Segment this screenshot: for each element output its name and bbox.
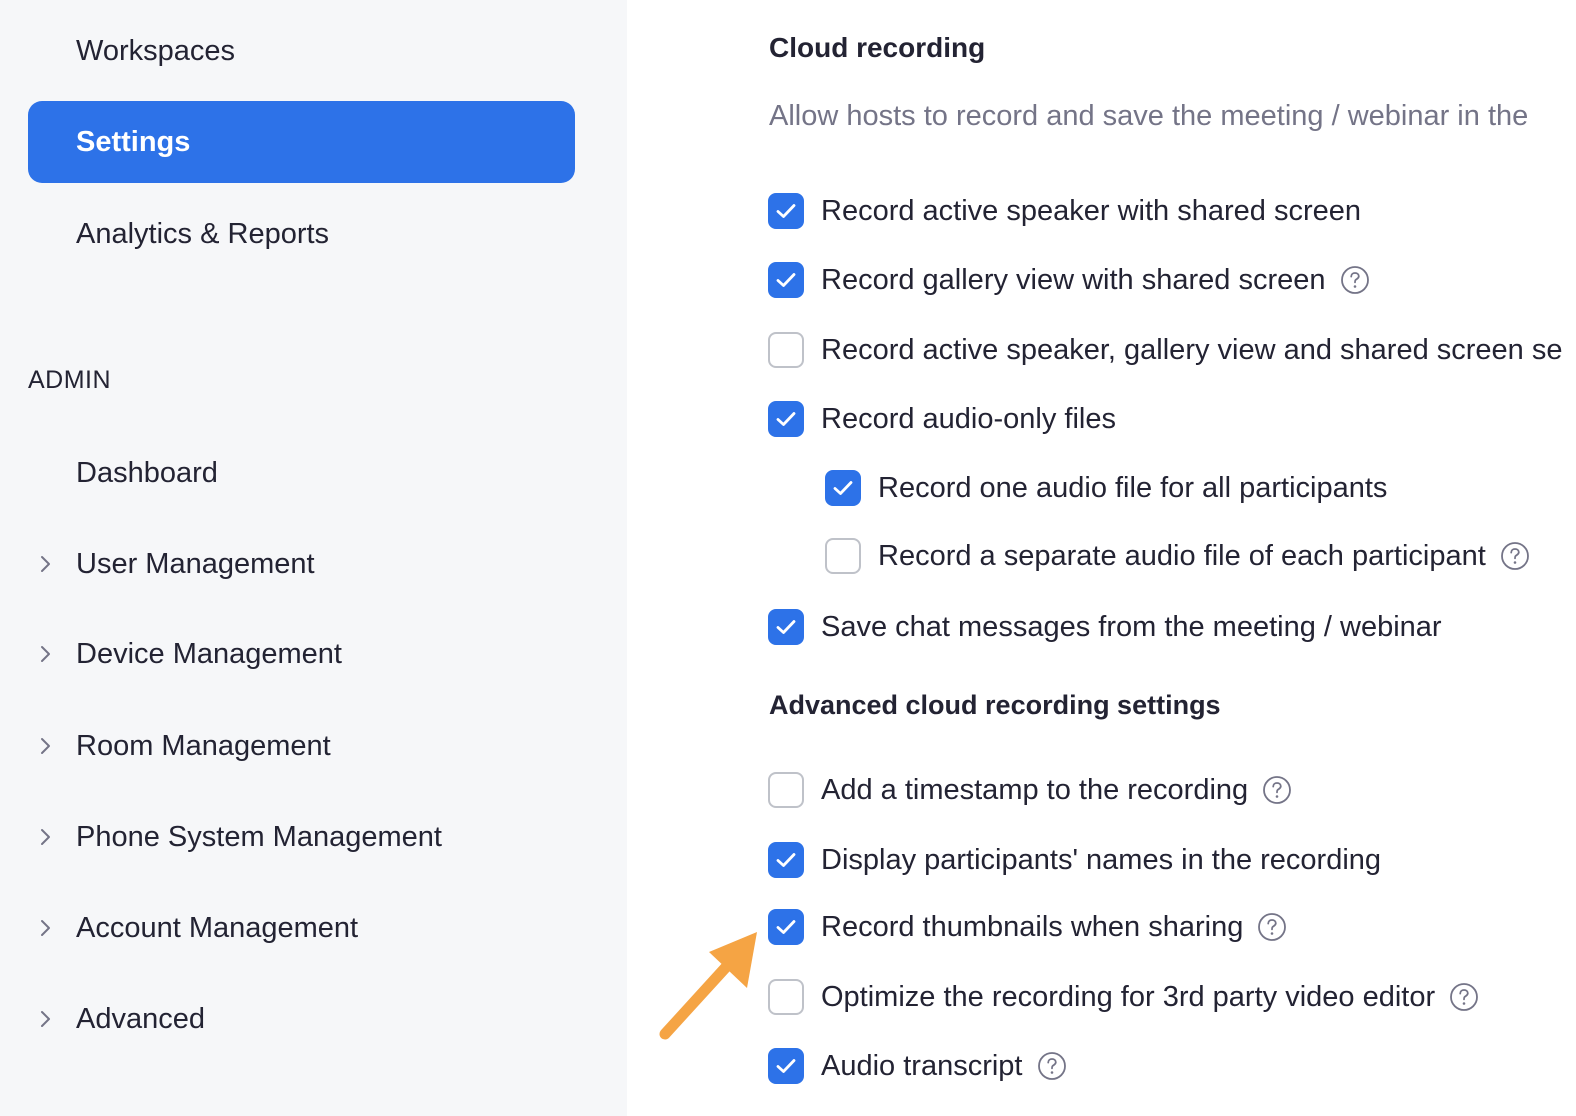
arrow-icon	[659, 932, 757, 1040]
option-label: Audio transcript	[821, 1049, 1023, 1082]
checkbox-checked[interactable]	[768, 1048, 804, 1084]
sidebar-item-label: Dashboard	[76, 456, 218, 489]
option-record-thumbnails[interactable]: Record thumbnails when sharing	[768, 907, 1287, 947]
checkbox-unchecked[interactable]	[825, 538, 861, 574]
option-record-active-speaker[interactable]: Record active speaker with shared screen	[768, 191, 1361, 231]
sidebar-item-label: User Management	[76, 547, 315, 580]
checkbox-unchecked[interactable]	[768, 772, 804, 808]
sidebar-item-account-management[interactable]: Account Management	[28, 887, 575, 969]
sidebar-item-dashboard[interactable]: Dashboard	[28, 432, 575, 514]
option-label: Record a separate audio file of each par…	[878, 539, 1486, 572]
sidebar-item-user-management[interactable]: User Management	[28, 523, 575, 605]
option-label: Record thumbnails when sharing	[821, 910, 1244, 943]
sidebar-item-label: Settings	[76, 125, 191, 158]
check-icon	[776, 1059, 796, 1073]
option-display-participant-names[interactable]: Display participants' names in the recor…	[768, 840, 1381, 880]
sidebar-item-device-management[interactable]: Device Management	[28, 613, 575, 695]
help-icon[interactable]	[1037, 1051, 1067, 1081]
check-icon	[776, 204, 796, 218]
check-icon	[776, 412, 796, 426]
option-record-separate-audio-files[interactable]: Record a separate audio file of each par…	[825, 536, 1530, 576]
sidebar-item-advanced[interactable]: Advanced	[28, 978, 575, 1060]
sidebar-item-label: Workspaces	[76, 34, 236, 67]
help-icon[interactable]	[1257, 912, 1287, 942]
option-label: Record active speaker with shared screen	[821, 194, 1361, 227]
option-label: Record one audio file for all participan…	[878, 471, 1388, 504]
chevron-right-icon	[36, 828, 54, 846]
checkbox-checked[interactable]	[768, 193, 804, 229]
checkbox-checked[interactable]	[768, 609, 804, 645]
option-label: Record audio-only files	[821, 402, 1116, 435]
chevron-right-icon	[36, 737, 54, 755]
check-icon	[776, 920, 796, 934]
sidebar-item-label: Advanced	[76, 1002, 205, 1035]
sidebar: Workspaces Settings Analytics & Reports …	[0, 0, 627, 1116]
check-icon	[776, 620, 796, 634]
checkbox-checked[interactable]	[825, 470, 861, 506]
option-optimize-3rd-party-editor[interactable]: Optimize the recording for 3rd party vid…	[768, 977, 1479, 1017]
checkbox-checked[interactable]	[768, 401, 804, 437]
option-record-audio-only[interactable]: Record audio-only files	[768, 399, 1116, 439]
option-audio-transcript[interactable]: Audio transcript	[768, 1046, 1067, 1086]
option-label: Record gallery view with shared screen	[821, 263, 1326, 296]
checkbox-checked[interactable]	[768, 842, 804, 878]
option-save-chat-messages[interactable]: Save chat messages from the meeting / we…	[768, 607, 1442, 647]
chevron-right-icon	[36, 1010, 54, 1028]
check-icon	[833, 481, 853, 495]
check-icon	[776, 853, 796, 867]
checkbox-unchecked[interactable]	[768, 979, 804, 1015]
help-icon[interactable]	[1340, 265, 1370, 295]
help-icon[interactable]	[1262, 775, 1292, 805]
sidebar-item-label: Device Management	[76, 637, 342, 670]
sidebar-item-settings[interactable]: Settings	[28, 101, 575, 183]
admin-section-heading: ADMIN	[28, 366, 112, 394]
section-description: Allow hosts to record and save the meeti…	[769, 100, 1529, 132]
advanced-section-title: Advanced cloud recording settings	[769, 690, 1221, 720]
option-label: Save chat messages from the meeting / we…	[821, 610, 1442, 643]
chevron-right-icon	[36, 645, 54, 663]
help-icon[interactable]	[1500, 541, 1530, 571]
chevron-right-icon	[36, 919, 54, 937]
page: Workspaces Settings Analytics & Reports …	[0, 0, 1576, 1116]
help-icon[interactable]	[1449, 982, 1479, 1012]
checkbox-unchecked[interactable]	[768, 332, 804, 368]
sidebar-item-analytics-reports[interactable]: Analytics & Reports	[28, 193, 575, 275]
sidebar-item-label: Analytics & Reports	[76, 217, 330, 250]
option-record-one-audio-file[interactable]: Record one audio file for all participan…	[825, 468, 1387, 508]
sidebar-item-label: Phone System Management	[76, 820, 442, 853]
option-label: Add a timestamp to the recording	[821, 773, 1249, 806]
sidebar-item-label: Account Management	[76, 911, 359, 944]
sidebar-item-label: Room Management	[76, 729, 331, 762]
check-icon	[776, 273, 796, 287]
chevron-right-icon	[36, 555, 54, 573]
option-record-active-speaker-gallery-shared[interactable]: Record active speaker, gallery view and …	[768, 330, 1563, 370]
checkbox-checked[interactable]	[768, 262, 804, 298]
sidebar-item-workspaces[interactable]: Workspaces	[28, 10, 575, 92]
section-title: Cloud recording	[769, 32, 986, 63]
option-label: Optimize the recording for 3rd party vid…	[821, 980, 1436, 1013]
sidebar-item-room-management[interactable]: Room Management	[28, 705, 575, 787]
option-record-gallery-view[interactable]: Record gallery view with shared screen	[768, 260, 1370, 300]
settings-panel: Cloud recording Allow hosts to record an…	[627, 0, 1576, 1116]
checkbox-checked[interactable]	[768, 909, 804, 945]
sidebar-item-phone-system-management[interactable]: Phone System Management	[28, 796, 575, 878]
option-add-timestamp[interactable]: Add a timestamp to the recording	[768, 770, 1292, 810]
option-label: Display participants' names in the recor…	[821, 843, 1382, 876]
option-label: Record active speaker, gallery view and …	[821, 333, 1563, 366]
